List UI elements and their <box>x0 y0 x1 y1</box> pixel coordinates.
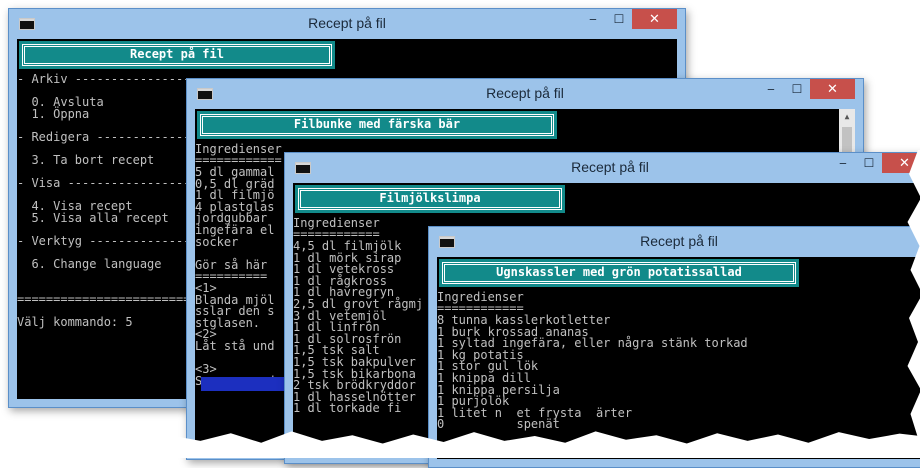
console-lines: Ingredienser ============ 4,5 dl filmjölk 1… <box>293 183 423 415</box>
console-line: Låt stå und <box>195 338 275 353</box>
window-title: Recept på fil <box>571 159 649 175</box>
title-bar[interactable]: Recept på fil <box>429 227 920 257</box>
close-button[interactable]: ✕ <box>632 9 677 29</box>
console-output[interactable]: Ugnskassler med grön potatissallad Ingre… <box>437 257 920 459</box>
minimize-button[interactable]: ‒ <box>830 153 856 173</box>
title-bar[interactable]: Recept på fil ‒ ☐ ✕ <box>187 79 863 109</box>
maximize-button[interactable]: ☐ <box>856 153 882 173</box>
window-controls: ‒ ☐ ✕ <box>758 79 855 99</box>
title-bar[interactable]: Recept på fil ‒ ☐ ✕ <box>285 153 920 183</box>
minimize-button[interactable]: ‒ <box>580 9 606 29</box>
close-button[interactable]: ✕ <box>810 79 855 99</box>
maximize-button[interactable]: ☐ <box>606 9 632 29</box>
minimize-button[interactable]: ‒ <box>758 79 784 99</box>
console-window-ugnskassler[interactable]: Recept på fil Ugnskassler med grön potat… <box>428 226 920 468</box>
console-lines: Ingredienser ============ 8 tunna kasslerk… <box>437 257 748 431</box>
input-highlight <box>201 377 285 391</box>
window-controls: ‒ ☐ ✕ <box>830 153 920 173</box>
console-line: socker <box>195 234 239 249</box>
scroll-up-icon[interactable]: ▲ <box>839 109 855 125</box>
title-bar[interactable]: Recept på fil ‒ ☐ ✕ <box>9 9 685 39</box>
console-line: 1 dl torkade fi <box>293 401 402 416</box>
window-controls: ‒ ☐ ✕ <box>580 9 677 29</box>
console-line: 0 spenät <box>437 417 560 432</box>
window-title: Recept på fil <box>640 233 718 249</box>
console-lines: Ingredienser ============ 5 dl gammal 0,5 d… <box>195 109 282 387</box>
maximize-button[interactable]: ☐ <box>784 79 810 99</box>
